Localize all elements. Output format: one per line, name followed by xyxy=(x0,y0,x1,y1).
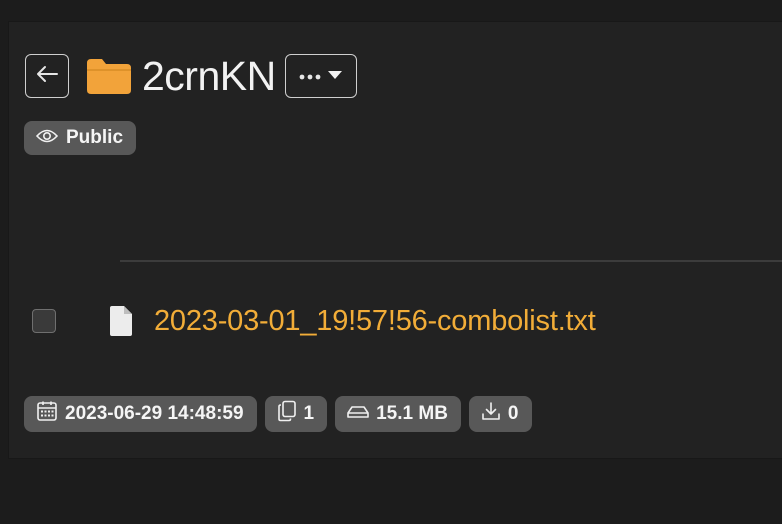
size-badge: 15.1 MB xyxy=(335,396,461,432)
drive-icon xyxy=(347,403,369,425)
file-select-checkbox[interactable] xyxy=(32,309,56,333)
date-badge: 2023-06-29 14:48:59 xyxy=(24,396,257,432)
file-name-link[interactable]: 2023-03-01_19!57!56-combolist.txt xyxy=(154,305,596,338)
file-count-badge: 1 xyxy=(264,396,328,432)
page: 2crnKN Public 2023-03-01_19!57!56-combol… xyxy=(0,0,782,524)
download-icon xyxy=(481,401,501,427)
more-actions-dropdown[interactable] xyxy=(284,54,357,98)
ellipsis-icon xyxy=(299,67,321,85)
visibility-badge: Public xyxy=(24,121,137,155)
download-count-badge: 0 xyxy=(468,396,532,432)
eye-icon xyxy=(35,127,59,149)
size-value: 15.1 MB xyxy=(376,403,448,424)
list-divider xyxy=(120,260,782,262)
date-value: 2023-06-29 14:48:59 xyxy=(65,403,244,424)
visibility-label: Public xyxy=(66,127,124,148)
file-count-value: 1 xyxy=(303,403,315,424)
calendar-icon xyxy=(36,400,58,428)
folder-header: 2crnKN xyxy=(25,52,357,100)
folder-meta: 2023-06-29 14:48:59 1 15.1 MB 0 xyxy=(24,396,532,432)
caret-down-icon xyxy=(327,67,343,85)
back-button[interactable] xyxy=(25,54,69,98)
file-row: 2023-03-01_19!57!56-combolist.txt xyxy=(32,300,596,342)
arrow-left-icon xyxy=(35,65,59,88)
folder-icon xyxy=(85,56,133,96)
files-icon xyxy=(277,400,297,428)
download-count-value: 0 xyxy=(507,403,519,424)
folder-title: 2crnKN xyxy=(142,53,276,99)
file-icon xyxy=(108,305,134,337)
